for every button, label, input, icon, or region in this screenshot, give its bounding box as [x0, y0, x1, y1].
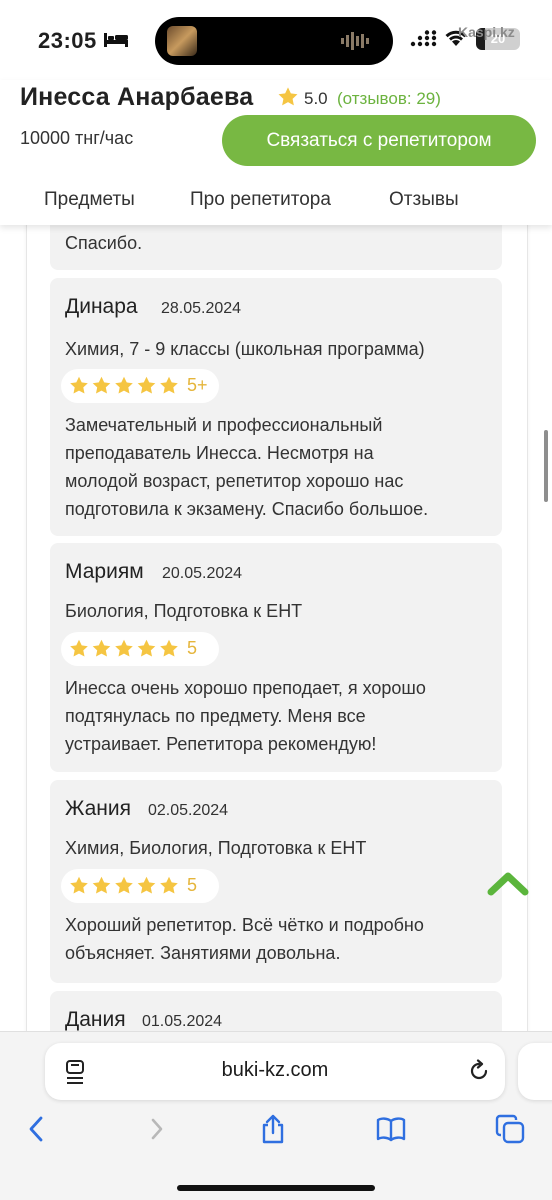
- star-icon: [115, 639, 133, 657]
- star-icon: [115, 876, 133, 894]
- tab-about[interactable]: Про репетитора: [190, 189, 331, 211]
- reviewer-name: Динара: [65, 295, 138, 318]
- rating-stars: 5+: [61, 369, 219, 403]
- five-stars-icon: [70, 876, 178, 894]
- review-text-line: подтянулась по предмету. Меня все: [65, 706, 366, 726]
- review-text-line: Инесса очень хорошо преподает, я хорошо: [65, 678, 426, 698]
- review-card: Мариям 20.05.2024 Биология, Подготовка к…: [50, 543, 502, 772]
- forward-icon[interactable]: [142, 1114, 172, 1144]
- review-card: Спасибо.: [50, 225, 502, 270]
- status-bar: 23:05 20 Kaspi.kz: [0, 0, 552, 80]
- five-stars-icon: [70, 376, 178, 394]
- tab-reviews[interactable]: Отзывы: [389, 189, 459, 211]
- star-icon: [115, 376, 133, 394]
- section-tabs: Предметы Про репетитора Отзывы: [0, 185, 552, 225]
- back-icon[interactable]: [22, 1114, 52, 1144]
- reviewer-name: Мариям: [65, 560, 144, 583]
- share-icon[interactable]: [258, 1114, 288, 1144]
- review-text-line: устраивает. Репетитора рекомендую!: [65, 734, 377, 754]
- tutor-header: Инесса Анарбаева 5.0 (отзывов: 29) 10000…: [0, 80, 552, 225]
- review-text-line: объясняет. Занятиями довольна.: [65, 943, 341, 963]
- review-card: Динара 28.05.2024 Химия, 7 - 9 классы (ш…: [50, 278, 502, 536]
- star-icon: [70, 639, 88, 657]
- address-bar[interactable]: buki-kz.com: [45, 1043, 505, 1100]
- rating-stars: 5: [61, 632, 219, 666]
- reviewer-name: Дания: [65, 1008, 126, 1031]
- review-text-line: молодой возраст, репетитор хорошо нас: [65, 471, 404, 491]
- star-icon: [92, 876, 111, 894]
- review-card: Дания 01.05.2024: [50, 991, 502, 1031]
- now-playing-thumbnail: [167, 26, 197, 56]
- review-date: 02.05.2024: [148, 802, 229, 819]
- star-icon: [92, 376, 111, 394]
- tabs-icon[interactable]: [495, 1114, 525, 1144]
- tutor-name: Инесса Анарбаева: [20, 83, 254, 111]
- star-icon: [92, 639, 111, 657]
- star-icon: [137, 639, 156, 657]
- reviewer-name: Жания: [65, 797, 132, 820]
- review-card: Жания 02.05.2024 Химия, Биология, Подгот…: [50, 780, 502, 983]
- review-date: 28.05.2024: [161, 300, 242, 317]
- review-text-line: Замечательный и профессиональный: [65, 415, 383, 435]
- next-tab-preview[interactable]: [518, 1043, 552, 1100]
- rating-value: 5.0: [304, 89, 328, 108]
- audio-wave-icon: [341, 32, 369, 50]
- star-icon: [70, 376, 88, 394]
- review-text: Замечательный и профессиональный препода…: [65, 411, 495, 523]
- review-text-line: Хороший репетитор. Всё чётко и подробно: [65, 915, 424, 935]
- review-subject: Биология, Подготовка к ЕНТ: [65, 601, 303, 621]
- reviews-count[interactable]: (отзывов: 29): [337, 89, 441, 109]
- rating-score: 5: [187, 875, 198, 895]
- review-text: Хороший репетитор. Всё чётко и подробно …: [65, 911, 495, 967]
- review-text-line: преподаватель Инесса. Несмотря на: [65, 443, 374, 463]
- tab-subjects[interactable]: Предметы: [44, 189, 135, 211]
- watermark: Kaspi.kz: [458, 24, 515, 40]
- price: 10000 тнг/час: [20, 128, 134, 148]
- bookmarks-icon[interactable]: [376, 1114, 406, 1144]
- url-text[interactable]: buki-kz.com: [45, 1059, 505, 1082]
- review-text-line: подготовила к экзамену. Спасибо большое.: [65, 499, 429, 519]
- review-subject: Химия, 7 - 9 классы (школьная программа): [65, 339, 425, 359]
- status-time: 23:05: [38, 28, 97, 53]
- rating-stars: 5: [61, 869, 219, 903]
- review-text: Инесса очень хорошо преподает, я хорошо …: [65, 674, 495, 758]
- review-date: 20.05.2024: [162, 565, 243, 582]
- signal-icon: [410, 30, 437, 47]
- star-icon: [160, 376, 178, 394]
- home-indicator: [177, 1185, 375, 1191]
- star-icon: [137, 876, 156, 894]
- review-date: 01.05.2024: [142, 1013, 223, 1030]
- rating-score: 5+: [187, 375, 208, 395]
- review-subject: Химия, Биология, Подготовка к ЕНТ: [65, 838, 367, 858]
- scrollbar[interactable]: [544, 430, 548, 502]
- star-icon: [160, 639, 178, 657]
- rating-score: 5: [187, 638, 198, 658]
- reviews-section[interactable]: Спасибо. Динара 28.05.2024 Химия, 7 - 9 …: [0, 225, 552, 1031]
- star-icon: [278, 87, 298, 106]
- star-icon: [70, 876, 88, 894]
- dynamic-island: [155, 17, 393, 65]
- star-icon: [137, 376, 156, 394]
- browser-toolbar: buki-kz.com: [0, 1031, 552, 1200]
- bed-icon: [104, 33, 128, 47]
- five-stars-icon: [70, 639, 178, 657]
- scroll-to-top-icon[interactable]: [487, 868, 529, 898]
- contact-tutor-button[interactable]: Связаться с репетитором: [222, 115, 536, 166]
- star-icon: [160, 876, 178, 894]
- reload-icon[interactable]: [467, 1059, 491, 1083]
- review-text: Спасибо.: [65, 233, 143, 253]
